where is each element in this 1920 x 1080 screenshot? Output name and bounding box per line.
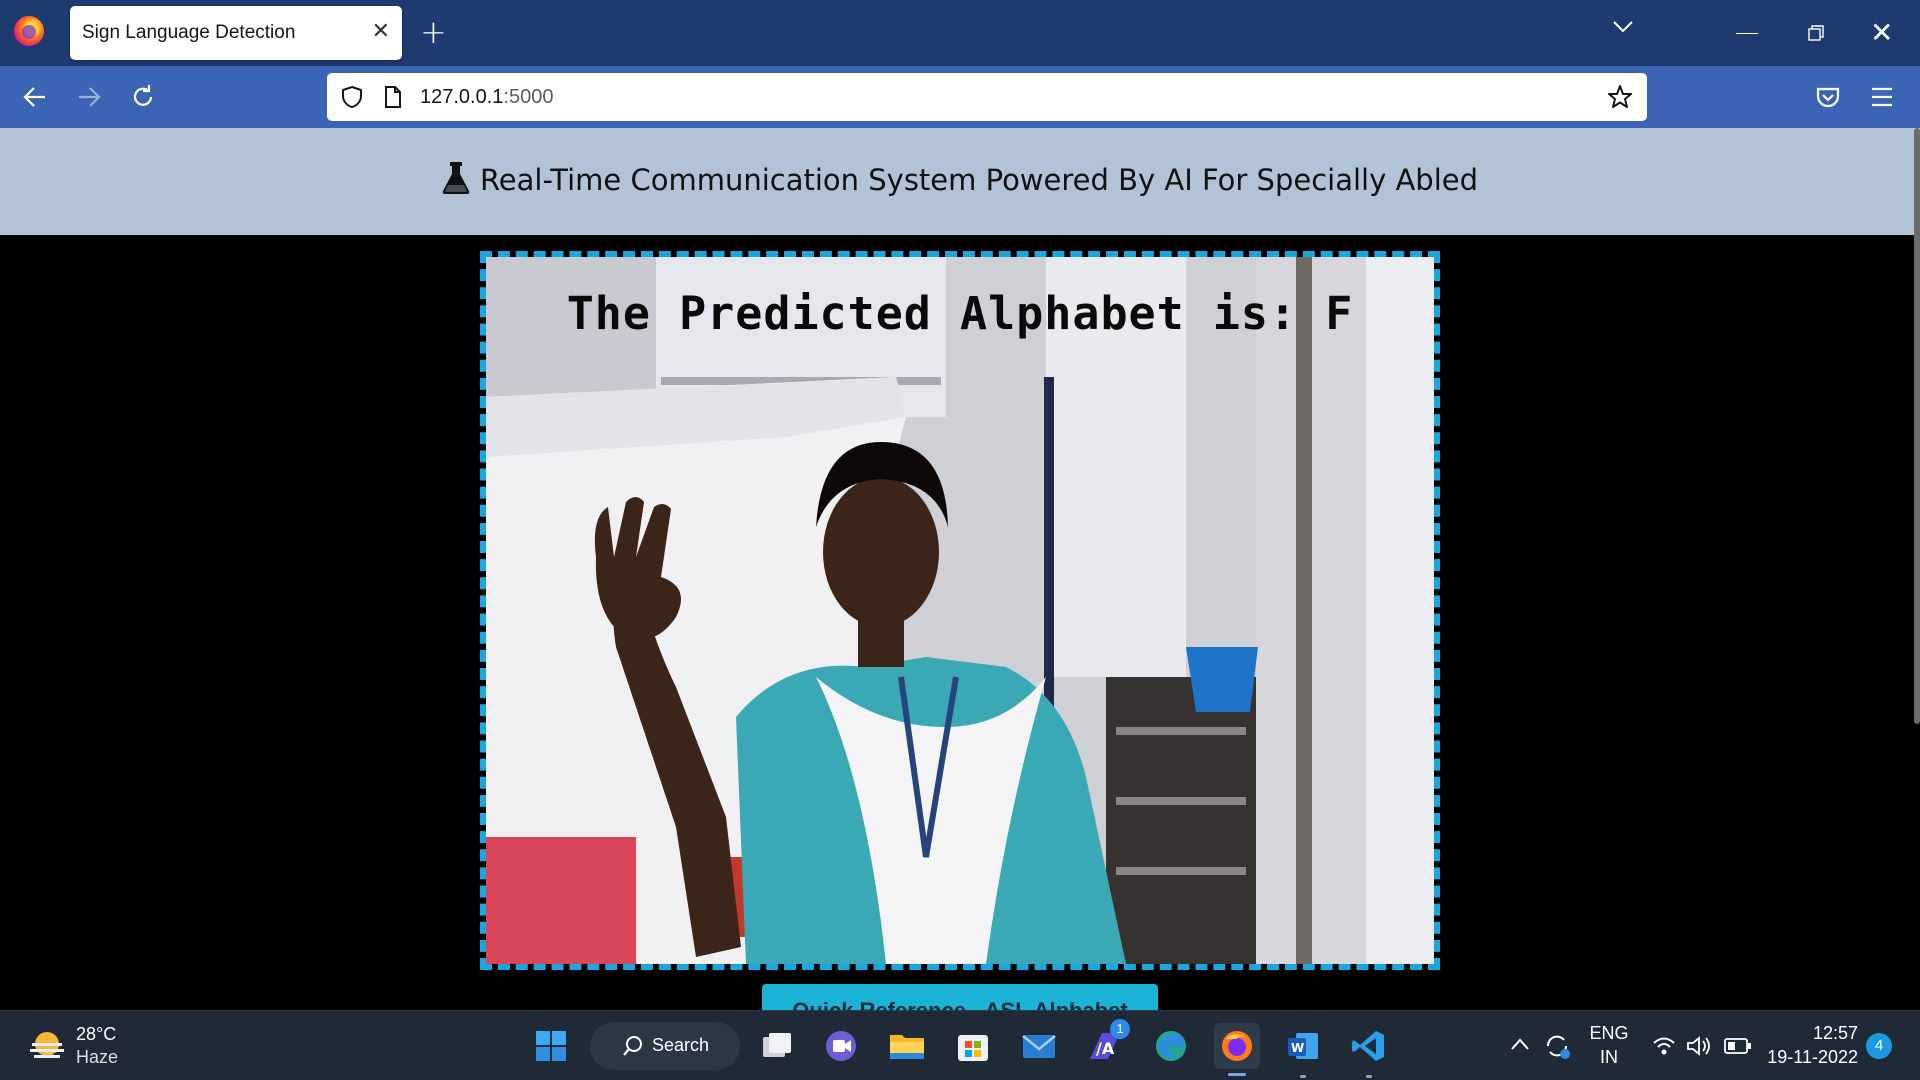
firefox-icon (1222, 1031, 1252, 1061)
weather-temperature: 28°C (76, 1024, 117, 1044)
language-indicator-secondary[interactable]: IN (1586, 1047, 1632, 1068)
volume-icon[interactable] (1686, 1035, 1712, 1057)
word-icon: W (1288, 1033, 1318, 1059)
predicted-alphabet-label: The Predicted Alphabet is: F (566, 287, 1354, 340)
teams-chat-button[interactable] (818, 1023, 864, 1069)
file-explorer-button[interactable] (884, 1023, 930, 1069)
task-view-icon (763, 1033, 791, 1057)
start-button[interactable] (528, 1023, 574, 1069)
bookmark-star-icon[interactable] (1607, 84, 1633, 110)
new-tab-button[interactable]: + (420, 14, 447, 50)
tab-close-icon[interactable]: ✕ (372, 19, 390, 45)
windows-taskbar: 28°C Haze Search /A 1 W ENG IN 12:57 19-… (0, 1010, 1920, 1080)
forward-arrow-icon[interactable] (74, 82, 104, 112)
mail-icon (1022, 1035, 1056, 1058)
firefox-logo-icon[interactable] (14, 16, 44, 46)
url-host: 127.0.0.1 (420, 86, 504, 108)
browser-tab-bar: Sign Language Detection ✕ + ✕ (0, 0, 1920, 66)
ai-app-button[interactable]: /A 1 (1082, 1019, 1130, 1069)
page-info-icon[interactable] (383, 85, 403, 109)
url-text[interactable]: 127.0.0.1:5000 (420, 86, 553, 109)
web-page: Real-Time Communication System Powered B… (0, 128, 1920, 1040)
vscode-running-indicator (1366, 1075, 1372, 1078)
ai-app-badge: 1 (1110, 1019, 1130, 1039)
search-label: Search (652, 1035, 710, 1055)
weather-condition: Haze (76, 1047, 119, 1067)
svg-text:W: W (1291, 1041, 1304, 1055)
video-feed-frame: The Predicted Alphabet is: F (480, 251, 1440, 970)
close-window-button[interactable]: ✕ (1870, 18, 1893, 48)
microsoft-store-icon (958, 1035, 988, 1061)
page-title: Real-Time Communication System Powered B… (0, 161, 1920, 197)
edge-button[interactable] (1148, 1023, 1194, 1069)
haze-sun-icon (30, 1032, 64, 1058)
language-indicator-primary[interactable]: ENG (1586, 1023, 1632, 1044)
clock-date[interactable]: 19-11-2022 (1760, 1047, 1858, 1068)
sync-icon[interactable] (1542, 1031, 1572, 1061)
flask-icon (442, 162, 470, 194)
tab-title: Sign Language Detection (82, 22, 296, 43)
page-header: Real-Time Communication System Powered B… (0, 128, 1920, 235)
page-scrollbar[interactable] (1914, 128, 1920, 724)
webcam-video-feed (486, 257, 1434, 964)
svg-text:/A: /A (1096, 1039, 1115, 1058)
minimize-window-button[interactable] (1736, 33, 1758, 34)
browser-nav-bar: 127.0.0.1:5000 (0, 66, 1920, 128)
reload-icon[interactable] (128, 82, 158, 112)
microsoft-store-button[interactable] (950, 1023, 996, 1069)
menu-hamburger-icon[interactable] (1870, 86, 1894, 108)
notification-count-badge[interactable]: 4 (1866, 1033, 1892, 1059)
vscode-icon (1352, 1031, 1384, 1061)
word-button[interactable]: W (1280, 1023, 1326, 1069)
clock-time[interactable]: 12:57 (1768, 1023, 1858, 1044)
address-bar[interactable]: 127.0.0.1:5000 (327, 73, 1647, 121)
mail-button[interactable] (1016, 1023, 1062, 1069)
firefox-active-indicator (1228, 1073, 1246, 1076)
show-hidden-icons-chevron-icon[interactable] (1510, 1037, 1530, 1051)
task-view-button[interactable] (754, 1023, 800, 1069)
wifi-icon[interactable] (1652, 1035, 1676, 1057)
file-explorer-icon (890, 1035, 924, 1059)
tab-sign-language-detection[interactable]: Sign Language Detection ✕ (70, 6, 402, 60)
url-port: :5000 (503, 86, 554, 108)
weather-widget[interactable]: 28°C Haze (28, 1021, 188, 1071)
search-icon (623, 1036, 642, 1056)
firefox-taskbar-button[interactable] (1214, 1023, 1260, 1069)
teams-chat-icon (826, 1031, 856, 1061)
taskbar-search-button[interactable]: Search (590, 1022, 740, 1070)
battery-icon[interactable] (1724, 1037, 1752, 1055)
list-all-tabs-icon[interactable] (1612, 20, 1634, 34)
edge-icon (1156, 1031, 1186, 1061)
back-arrow-icon[interactable] (20, 82, 50, 112)
pocket-icon[interactable] (1815, 84, 1841, 110)
vscode-button[interactable] (1346, 1023, 1392, 1069)
word-running-indicator (1300, 1075, 1306, 1078)
page-title-text: Real-Time Communication System Powered B… (479, 163, 1479, 197)
windows-start-icon (536, 1031, 566, 1061)
tracking-protection-shield-icon[interactable] (341, 85, 363, 109)
restore-window-button[interactable] (1808, 25, 1824, 41)
